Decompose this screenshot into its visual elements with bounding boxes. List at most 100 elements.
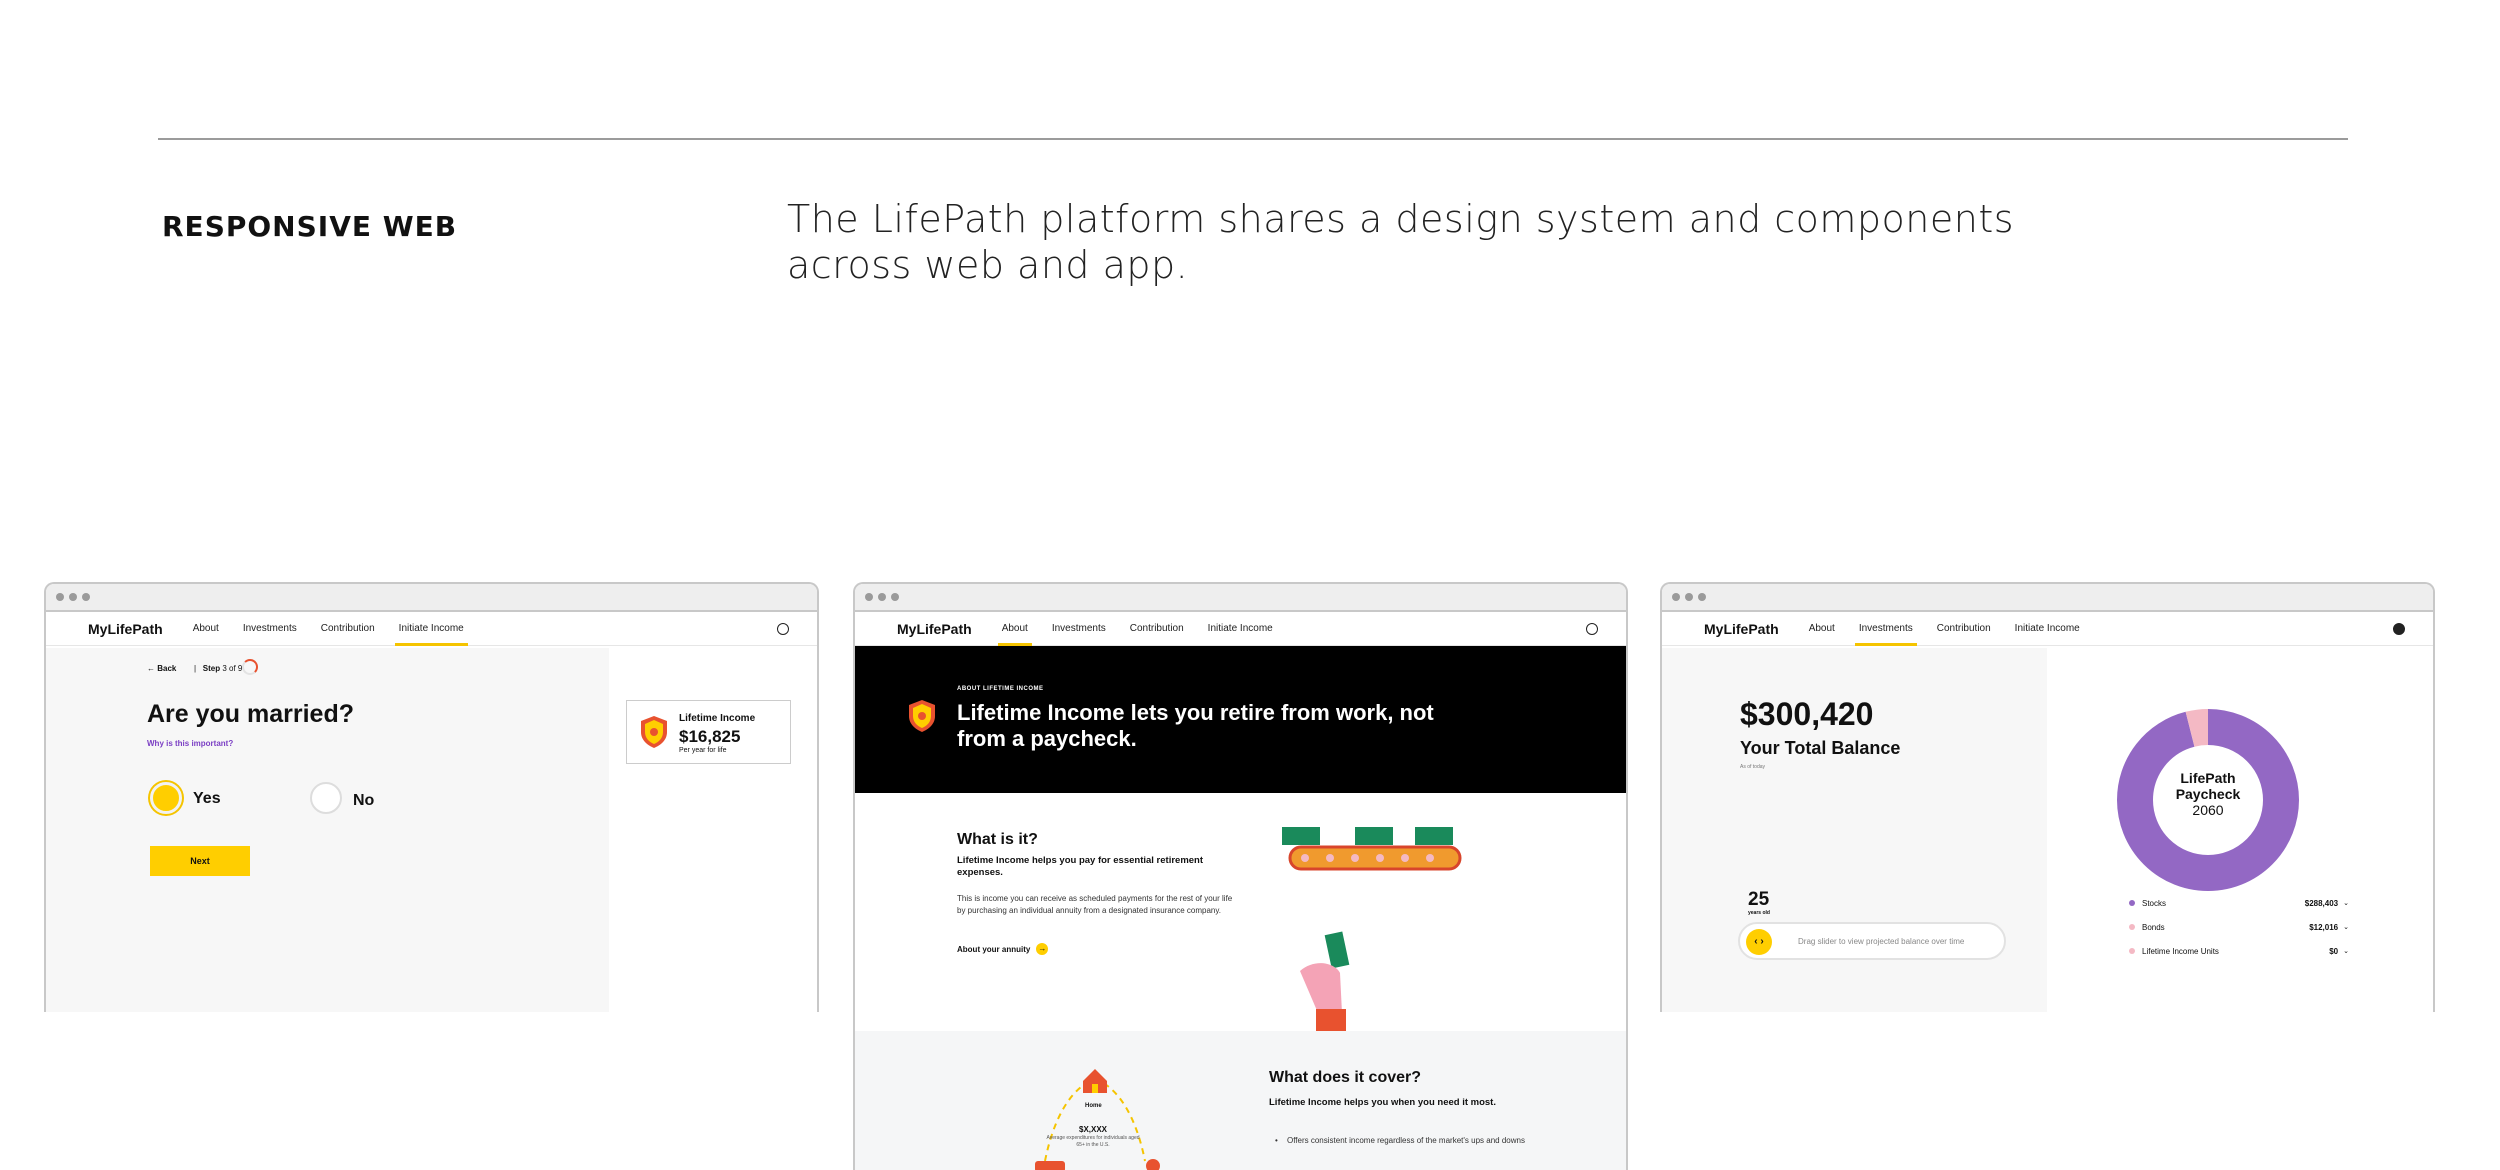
what-is-it-section: What is it? Lifetime Income helps you pa… (855, 793, 1626, 1053)
section-subtitle: Lifetime Income helps you when you need … (1269, 1097, 1496, 1108)
nav-item-contribution[interactable]: Contribution (321, 612, 375, 646)
donut-line-1: LifePath (2180, 770, 2236, 786)
legend-value: $0 (2329, 946, 2339, 956)
section-subtitle: Lifetime Income helps you pay for essent… (957, 855, 1204, 878)
window-dot[interactable] (1672, 593, 1680, 601)
nav-item-initiate-income[interactable]: Initiate Income (1208, 612, 1273, 646)
user-icon[interactable] (1586, 623, 1598, 635)
brand-logo[interactable]: MyLifePath (897, 621, 972, 637)
hero-banner: ABOUT LIFETIME INCOME Lifetime Income le… (855, 646, 1626, 793)
age-value: 25 (1748, 889, 1770, 910)
legend-row-lifetime-income-units[interactable]: Lifetime Income Units $0 ⌄ (2129, 943, 2349, 959)
legend-name: Stocks (2142, 898, 2167, 908)
nav-item-contribution[interactable]: Contribution (1130, 612, 1184, 646)
hero-title: Lifetime Income lets you retire from wor… (957, 700, 1434, 751)
total-balance-value: $300,420 (1740, 696, 1874, 732)
top-nav: MyLifePath About Investments Contributio… (1662, 612, 2433, 646)
nav-item-about[interactable]: About (193, 612, 219, 646)
window-dot[interactable] (82, 593, 90, 601)
slider-handle[interactable]: ‹ › (1746, 929, 1772, 955)
next-button[interactable]: Next (150, 846, 250, 876)
home-label: Home (1085, 1103, 1102, 1109)
legend-dot (2129, 900, 2135, 906)
browser-window-about: MyLifePath About Investments Contributio… (853, 582, 1628, 1170)
section-label: RESPONSIVE WEB (162, 210, 458, 243)
nav-item-contribution[interactable]: Contribution (1937, 612, 1991, 646)
window-titlebar (1662, 584, 2433, 612)
nav-item-about[interactable]: About (997, 612, 1032, 646)
window-dot[interactable] (1685, 593, 1693, 601)
radio-no[interactable] (310, 782, 342, 814)
home-description: Average expenditures for individuals age… (1046, 1135, 1140, 1148)
back-label: Back (157, 664, 177, 673)
card-subtitle: Per year for life (679, 747, 727, 754)
nav-item-investments[interactable]: Investments (1052, 612, 1106, 646)
legend-row-stocks[interactable]: Stocks $288,403 ⌄ (2129, 895, 2349, 911)
back-link[interactable]: ← Back (147, 664, 176, 673)
card-title: Lifetime Income (679, 713, 756, 724)
step-indicator: | Step 3 of 9 (194, 664, 243, 673)
brand-logo[interactable]: MyLifePath (1704, 621, 1779, 637)
window-dot[interactable] (865, 593, 873, 601)
divider-rule (158, 138, 2348, 140)
nav-item-about[interactable]: About (1809, 612, 1835, 646)
browser-window-onboarding: MyLifePath About Investments Contributio… (44, 582, 819, 1012)
legend-name: Bonds (2142, 922, 2165, 932)
nav-item-initiate-income[interactable]: Initiate Income (394, 612, 468, 646)
legend-row-bonds[interactable]: Bonds $12,016 ⌄ (2129, 919, 2349, 935)
chevron-down-icon[interactable]: ⌄ (2343, 899, 2349, 907)
user-icon[interactable] (777, 623, 789, 635)
legend-dot (2129, 924, 2135, 930)
why-important-link[interactable]: Why is this important? (147, 739, 233, 748)
as-of-label: As of today (1740, 764, 1766, 770)
window-titlebar (855, 584, 1626, 612)
hero-kicker: ABOUT LIFETIME INCOME (957, 686, 1044, 692)
brand-logo[interactable]: MyLifePath (88, 621, 163, 637)
donut-center-label: LifePath Paycheck 2060 (2158, 770, 2258, 818)
step-value: 3 of 9 (222, 664, 243, 673)
nav-item-initiate-income[interactable]: Initiate Income (2015, 612, 2080, 646)
slider-hint: Drag slider to view projected balance ov… (1798, 937, 1965, 946)
chevron-down-icon[interactable]: ⌄ (2343, 947, 2349, 955)
section-body: This is income you can receive as schedu… (957, 894, 1233, 915)
age-label: years old (1748, 910, 1770, 916)
user-icon[interactable] (2393, 623, 2405, 635)
home-value: $X,XXX (1079, 1125, 1108, 1134)
top-nav: MyLifePath About Investments Contributio… (855, 612, 1626, 646)
step-prefix: Step (202, 664, 221, 673)
window-dot[interactable] (1698, 593, 1706, 601)
arrow-right-icon: → (1036, 943, 1049, 955)
money-conveyor-illustration (1282, 827, 1462, 1053)
card-value: $16,825 (679, 727, 741, 746)
top-nav: MyLifePath About Investments Contributio… (46, 612, 817, 646)
legend-dot (2129, 948, 2135, 954)
chevron-down-icon[interactable]: ⌄ (2343, 923, 2349, 931)
nav-item-investments[interactable]: Investments (1854, 612, 1917, 646)
legend-value: $288,403 (2304, 898, 2339, 908)
shield-icon (909, 700, 935, 732)
radio-yes[interactable] (150, 782, 182, 814)
what-does-it-cover-section: Home $X,XXX Average expenditures for ind… (855, 1031, 1626, 1170)
legend-name: Lifetime Income Units (2142, 946, 2219, 956)
lifetime-income-card: Lifetime Income $16,825 Per year for lif… (626, 700, 791, 764)
donut-line-2: Paycheck (2175, 786, 2241, 802)
link-label: About your annuity (957, 944, 1031, 954)
age-slider[interactable]: ‹ › Drag slider to view projected balanc… (1738, 922, 2006, 960)
expenses-diagram-illustration (1035, 1069, 1160, 1170)
donut-line-3: 2060 (2192, 802, 2224, 818)
radio-yes-label[interactable]: Yes (193, 790, 221, 808)
about-annuity-link[interactable]: About your annuity → (957, 943, 1049, 955)
section-description: The LifePath platform shares a design sy… (787, 197, 2015, 287)
nav-item-investments[interactable]: Investments (243, 612, 297, 646)
browser-window-investments: MyLifePath About Investments Contributio… (1660, 582, 2435, 1012)
window-dot[interactable] (56, 593, 64, 601)
section-title: What is it? (957, 831, 1038, 848)
window-dot[interactable] (891, 593, 899, 601)
question-title: Are you married? (147, 700, 355, 728)
radio-no-label[interactable]: No (353, 792, 374, 810)
window-dot[interactable] (69, 593, 77, 601)
progress-ring-icon (242, 659, 258, 675)
shield-icon (641, 716, 667, 748)
window-dot[interactable] (878, 593, 886, 601)
window-titlebar (46, 584, 817, 612)
